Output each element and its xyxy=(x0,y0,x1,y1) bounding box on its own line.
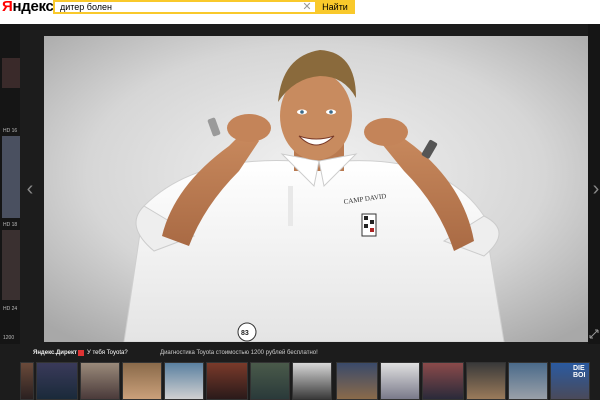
search-input[interactable] xyxy=(53,0,315,14)
hd-label: HD 24 xyxy=(3,306,18,312)
thumbnail[interactable] xyxy=(250,362,290,400)
ad-favicon-icon xyxy=(78,350,84,356)
thumbnail-caption: DIE BOI xyxy=(573,365,586,379)
hd-label: HD 18 xyxy=(3,222,18,228)
hd-label: HD 16 xyxy=(3,128,18,134)
close-icon[interactable]: ✕ xyxy=(301,1,313,13)
ad-title[interactable]: У тебя Toyota? xyxy=(87,346,128,360)
badge-number: 83 xyxy=(241,330,249,337)
chevron-right-icon[interactable]: › xyxy=(590,178,600,200)
chevron-left-icon[interactable]: ‹ xyxy=(24,178,36,200)
hd-label: 1200 xyxy=(3,335,15,341)
search-button[interactable]: Найти xyxy=(315,0,355,14)
thumbnail[interactable] xyxy=(122,362,162,400)
ad-text[interactable]: Диагностика Toyota стоимостью 1200 рубле… xyxy=(160,346,318,360)
photo-illustration: CAMP DAVID 83 xyxy=(44,36,588,342)
thumbnail[interactable]: DIE BOI xyxy=(550,362,590,400)
thumbnail[interactable] xyxy=(380,362,420,400)
thumbnail[interactable] xyxy=(80,362,120,400)
strip-thumb[interactable] xyxy=(2,136,20,218)
ad-label[interactable]: Яндекс.Директ xyxy=(33,346,77,360)
thumbnail[interactable] xyxy=(20,362,34,400)
strip-thumb[interactable] xyxy=(2,58,20,88)
thumbnail[interactable] xyxy=(336,362,378,400)
logo-rest: ндекс xyxy=(12,0,54,15)
search-form: ✕ Найти xyxy=(53,0,355,14)
thumbnail[interactable] xyxy=(164,362,204,400)
main-photo[interactable]: CAMP DAVID 83 xyxy=(44,36,588,342)
ad-bar: Яндекс.Директ У тебя Toyota? Диагностика… xyxy=(20,346,600,360)
thumbnail[interactable] xyxy=(466,362,506,400)
thumbnail[interactable] xyxy=(36,362,78,400)
logo-first-letter: Я xyxy=(2,0,13,15)
thumbnail[interactable] xyxy=(206,362,248,400)
thumbnail-strip: DIE BOI xyxy=(0,362,600,400)
thumbnail[interactable] xyxy=(422,362,464,400)
yandex-logo[interactable]: Яндекс xyxy=(2,0,54,16)
thumbnail[interactable] xyxy=(292,362,332,400)
left-thumbnail-strip: HD 16 HD 18 HD 24 1200 xyxy=(0,24,20,344)
strip-thumb[interactable] xyxy=(2,230,20,300)
thumbnail[interactable] xyxy=(508,362,548,400)
header-bar: Яндекс ✕ Найти xyxy=(0,0,600,24)
fullscreen-icon[interactable] xyxy=(589,329,599,339)
